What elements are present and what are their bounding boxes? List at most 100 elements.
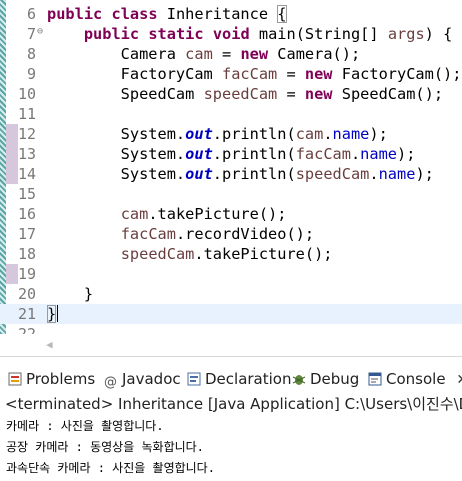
tab-debug[interactable]: Debug	[292, 366, 359, 392]
code-line: 17 facCam.recordVideo();	[0, 224, 462, 244]
code-token: out	[185, 125, 213, 143]
gutter	[6, 224, 18, 244]
code-token: name	[360, 145, 398, 163]
code-token: }	[47, 285, 94, 303]
code-line: 9 FactoryCam facCam = new FactoryCam();	[0, 64, 462, 84]
code-token: facCam	[221, 65, 278, 83]
code-token: public	[47, 5, 103, 23]
tab-declaration[interactable]: Declaration	[187, 366, 291, 392]
console-line: 과속단속 카메라 : 사진을 촬영합니다.	[6, 461, 215, 475]
code-token: facCam	[295, 145, 351, 163]
change-marker	[6, 124, 18, 144]
line-number: 16	[18, 205, 37, 223]
code-token: =	[277, 85, 305, 103]
code-line: 15	[0, 184, 462, 204]
code-token: out	[185, 145, 213, 163]
code-token: System.	[47, 145, 186, 163]
code-token: );	[397, 145, 416, 163]
code-token: .	[369, 165, 379, 183]
code-token: Inheritance	[157, 5, 278, 23]
code-token: =	[277, 65, 305, 83]
line-number: 15	[18, 185, 37, 203]
code-token: cam	[185, 45, 213, 63]
gutter	[6, 304, 18, 324]
code-token: Camera	[47, 45, 186, 63]
console-output[interactable]: 카메라 : 사진을 촬영합니다. 공장 카메라 : 동영상을 녹화합니다. 과속…	[0, 416, 462, 479]
code-token: ) {	[424, 25, 453, 43]
code-token: .takePicture();	[148, 205, 287, 223]
code-token: );	[369, 125, 388, 143]
code-line: 7 ⊖ public static void main(String[] args…	[0, 24, 462, 44]
console-line: 카메라 : 사진을 촬영합니다.	[6, 419, 164, 433]
change-marker	[6, 144, 18, 164]
code-text: public static void main(String[] args) {	[47, 24, 452, 44]
tab-label: Declaration	[205, 370, 292, 388]
code-text: FactoryCam facCam = new FactoryCam();	[47, 64, 462, 84]
code-line: 14 System.out.println(speedCam.name);	[0, 164, 462, 184]
tab-label: Problems	[26, 370, 96, 388]
scroll-left-icon[interactable]: ◀	[46, 338, 53, 351]
code-token: static	[148, 25, 204, 43]
code-token: facCam	[120, 225, 176, 243]
code-token: public	[83, 25, 140, 43]
gutter	[6, 84, 18, 104]
line-number: 18	[18, 245, 37, 263]
code-text: speedCam.takePicture();	[47, 244, 333, 264]
gutter	[6, 24, 18, 44]
line-number: 12	[18, 125, 37, 143]
code-text: cam.takePicture();	[47, 204, 287, 224]
code-editor[interactable]: 6 public class Inheritance {7 ⊖ public sta…	[0, 0, 462, 334]
code-token: class	[111, 5, 158, 23]
code-line: 16 cam.takePicture();	[0, 204, 462, 224]
tab-problems[interactable]: Problems	[8, 366, 95, 392]
code-token: out	[185, 165, 213, 183]
problems-icon	[8, 368, 22, 386]
code-text: public class Inheritance {	[47, 4, 287, 24]
code-token: FactoryCam	[47, 65, 222, 83]
code-token: speedCam	[203, 85, 278, 103]
code-token: args	[387, 25, 425, 43]
code-line: 10 SpeedCam speedCam = new SpeedCam();	[0, 84, 462, 104]
code-text: System.out.println(cam.name);	[47, 124, 388, 144]
horizontal-scrollbar[interactable]: ◀	[0, 334, 462, 356]
code-text: }	[47, 284, 93, 304]
line-number: 11	[18, 105, 37, 123]
gutter	[6, 104, 18, 124]
code-text: System.out.println(facCam.name);	[47, 144, 416, 164]
code-text: System.out.println(speedCam.name);	[47, 164, 434, 184]
change-marker	[6, 264, 18, 284]
code-token: .println(	[212, 145, 296, 163]
code-text: }	[47, 304, 59, 324]
tab-javadoc[interactable]: @ Javadoc	[104, 366, 181, 392]
line-number: 8	[26, 45, 36, 63]
code-token: }	[47, 305, 57, 323]
code-text: SpeedCam speedCam = new SpeedCam();	[47, 84, 443, 104]
code-token: new	[304, 85, 333, 103]
line-number: 14	[18, 165, 37, 183]
fold-collapse-icon[interactable]: ⊖	[37, 26, 43, 37]
line-number: 9	[26, 65, 36, 83]
code-token: void	[212, 25, 250, 43]
code-token: new	[304, 65, 333, 83]
line-number: 10	[18, 85, 37, 103]
gutter	[6, 184, 18, 204]
tab-console[interactable]: Console ✕	[368, 366, 462, 392]
code-token: System.	[47, 125, 186, 143]
code-token: );	[415, 165, 434, 183]
close-icon[interactable]: ✕	[456, 372, 462, 388]
declaration-icon	[187, 368, 201, 386]
text-caret	[57, 305, 59, 322]
line-number: 20	[18, 285, 37, 303]
code-token: name	[332, 125, 370, 143]
code-token: .	[350, 145, 361, 163]
tab-label: Console	[386, 370, 446, 388]
code-line: 22	[0, 324, 462, 334]
code-token: .recordVideo();	[175, 225, 315, 243]
code-line: 20 }	[0, 284, 462, 304]
code-token: speedCam	[295, 165, 370, 183]
